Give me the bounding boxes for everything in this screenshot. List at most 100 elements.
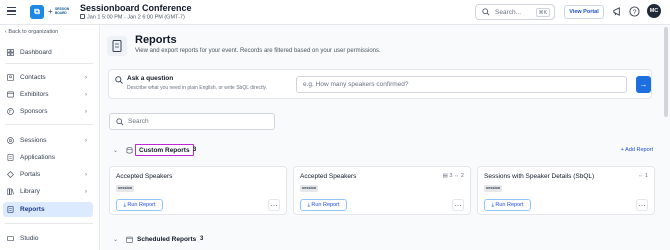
chevron-down-icon[interactable]: ⌄ — [113, 147, 118, 154]
sidebar-item-library[interactable]: Library › — [3, 184, 93, 199]
contacts-icon — [7, 74, 14, 81]
brand-logo: SESSION BOARD — [55, 7, 70, 15]
menu-icon[interactable] — [7, 7, 16, 16]
studio-icon — [7, 235, 14, 242]
sidebar-divider — [5, 223, 93, 224]
sidebar-item-label: Library — [20, 188, 40, 195]
event-title[interactable]: Sessionboard Conference — [80, 3, 192, 13]
global-search-input[interactable]: Search... ⌘K — [475, 4, 555, 20]
chevron-right-icon: › — [84, 108, 87, 115]
report-card-tag: session — [484, 185, 503, 192]
sidebar-item-sessions[interactable]: Sessions › — [3, 133, 93, 148]
sparkle-search-icon — [115, 76, 123, 84]
main-content: Reports View and export reports for your… — [101, 25, 670, 250]
report-card-title: Sessions with Speaker Details (SbQL) — [484, 173, 595, 180]
sidebar-item-label: Applications — [20, 154, 56, 161]
chevron-right-icon: › — [84, 171, 87, 178]
sidebar-item-reports[interactable]: Reports — [3, 202, 93, 217]
reports-icon — [7, 206, 14, 213]
global-search-placeholder: Search... — [495, 9, 522, 16]
more-options-icon[interactable]: … — [636, 199, 648, 211]
sidebar-item-label: Dashboard — [20, 49, 52, 56]
sidebar-item-label: Sponsors — [20, 108, 48, 115]
report-card-tag: session — [116, 185, 135, 192]
scrollbar[interactable] — [664, 27, 668, 117]
sidebar-item-dashboard[interactable]: Dashboard — [3, 45, 93, 60]
chevron-right-icon: › — [84, 74, 87, 81]
report-card[interactable]: Accepted Speakers ▤ 3 ⇔ 2 session ⤓ Run … — [293, 166, 471, 215]
report-card[interactable]: Accepted Speakers session ⤓ Run Report … — [109, 166, 287, 215]
help-icon[interactable]: ? — [629, 6, 640, 17]
page-subtitle: View and export reports for your event. … — [135, 48, 381, 54]
scheduled-reports-count: 3 — [200, 236, 204, 242]
report-card-meta: ▤ 3 ⇔ 2 — [442, 173, 464, 179]
reports-page-icon — [107, 36, 127, 56]
back-to-organization-link[interactable]: ‹ Back to organization — [5, 29, 58, 35]
sidebar-item-applications[interactable]: Applications — [3, 150, 93, 165]
sessions-icon — [7, 137, 14, 144]
grid-icon — [7, 49, 14, 56]
run-report-label: Run Report — [311, 202, 340, 208]
calendar-icon — [80, 14, 85, 19]
sidebar-item-sponsors[interactable]: Sponsors › — [3, 104, 93, 119]
report-card[interactable]: Sessions with Speaker Details (SbQL) ⇔ 1… — [477, 166, 655, 215]
ask-question-panel: Ask a question Describe what you need in… — [108, 69, 652, 99]
view-portal-button[interactable]: View Portal — [564, 5, 604, 19]
more-options-icon[interactable]: … — [452, 199, 464, 211]
event-dates-text: Jan 1 5:00 PM - Jan 2 6:00 PM (GMT-7) — [87, 14, 185, 21]
custom-reports-label: Custom Reports — [135, 144, 194, 156]
app-logo-icon[interactable]: ⧉ — [30, 5, 44, 19]
more-options-icon[interactable]: … — [268, 199, 280, 211]
search-shortcut-badge: ⌘K — [535, 8, 550, 17]
arrow-right-icon: → — [639, 80, 648, 89]
ask-question-title: Ask a question — [127, 75, 174, 82]
plus-icon: + — [48, 7, 53, 16]
portals-icon — [7, 171, 14, 178]
search-icon — [116, 118, 124, 126]
ask-submit-button[interactable]: → — [636, 76, 651, 93]
sidebar-divider — [5, 63, 93, 64]
megaphone-icon[interactable] — [612, 6, 623, 17]
sponsors-icon — [7, 108, 14, 115]
report-card-title: Accepted Speakers — [116, 173, 173, 180]
search-icon — [482, 8, 490, 16]
sidebar-item-exhibitors[interactable]: Exhibitors › — [3, 87, 93, 102]
chevron-down-icon[interactable]: ⌄ — [113, 236, 118, 243]
database-icon — [126, 147, 133, 154]
chevron-right-icon: › — [84, 137, 87, 144]
applications-icon — [7, 154, 14, 161]
calendar-icon — [126, 236, 133, 243]
chevron-right-icon: › — [84, 188, 87, 195]
sidebar-item-contacts[interactable]: Contacts › — [3, 70, 93, 85]
scheduled-reports-header[interactable]: ⌄ Scheduled Reports 3 — [109, 233, 657, 247]
sidebar-divider — [5, 124, 93, 125]
sidebar-item-label: Reports — [20, 206, 45, 213]
ask-question-input[interactable]: e.g. How many speakers confirmed? — [296, 76, 627, 93]
custom-reports-header[interactable]: ⌄ Custom Reports 3 + Add Report — [109, 144, 657, 158]
ask-question-placeholder: e.g. How many speakers confirmed? — [303, 81, 409, 88]
page-title: Reports — [135, 34, 177, 46]
back-to-organization-label: Back to organization — [8, 29, 59, 35]
report-card-tag: session — [300, 185, 319, 192]
library-icon — [7, 188, 14, 195]
sidebar-item-portals[interactable]: Portals › — [3, 167, 93, 182]
run-report-button[interactable]: ⤓ Run Report — [300, 199, 347, 211]
sidebar-item-label: Portals — [20, 171, 41, 178]
run-report-label: Run Report — [495, 202, 524, 208]
reports-search-placeholder: Search — [128, 118, 149, 125]
run-report-button[interactable]: ⤓ Run Report — [116, 199, 163, 211]
report-card-title: Accepted Speakers — [300, 173, 357, 180]
sidebar-item-label: Exhibitors — [20, 91, 49, 98]
sidebar-item-label: Sessions — [20, 137, 47, 144]
add-report-button[interactable]: + Add Report — [621, 147, 653, 153]
reports-search-input[interactable]: Search — [109, 113, 275, 130]
chevron-right-icon: › — [84, 91, 87, 98]
top-bar: ⧉ + SESSION BOARD Sessionboard Conferenc… — [0, 0, 670, 25]
sidebar-item-studio[interactable]: Studio — [3, 231, 93, 246]
avatar[interactable]: MC — [647, 4, 661, 18]
run-report-label: Run Report — [127, 202, 156, 208]
sidebar-item-label: Contacts — [20, 74, 46, 81]
run-report-button[interactable]: ⤓ Run Report — [484, 199, 531, 211]
event-dates: Jan 1 5:00 PM - Jan 2 6:00 PM (GMT-7) — [80, 14, 185, 21]
ask-question-description: Describe what you need in plain English,… — [127, 85, 268, 91]
